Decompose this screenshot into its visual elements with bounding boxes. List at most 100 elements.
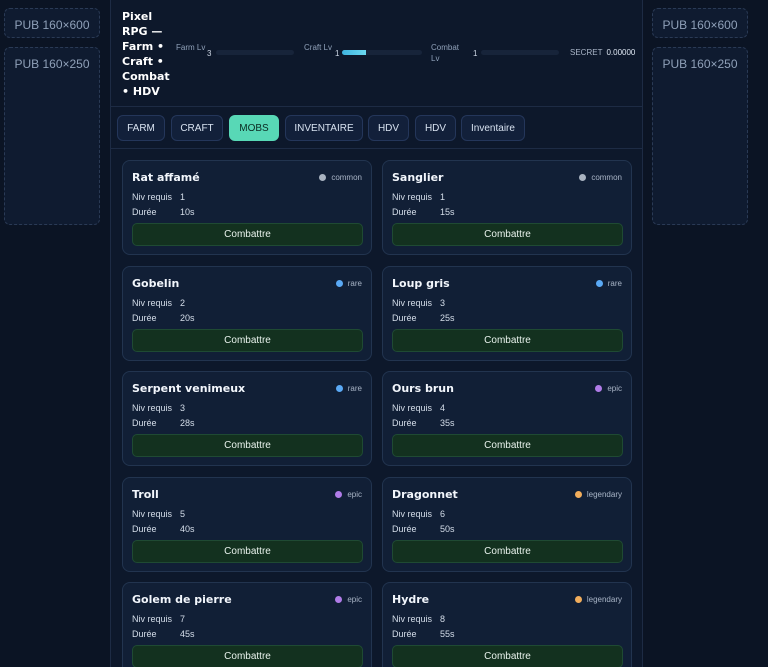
header: Pixel RPG — Farm • Craft • Combat • HDV … — [111, 0, 642, 107]
fight-button[interactable]: Combattre — [392, 328, 623, 352]
combat-progress-bar — [481, 50, 559, 55]
tab-inventaire[interactable]: INVENTAIRE — [285, 115, 363, 141]
level-label: Niv requis — [392, 192, 433, 202]
craft-progress-bar — [342, 50, 422, 55]
duration-row: Durée 10s — [132, 207, 195, 217]
right-ad-column: PUB 160×600 PUB 160×250 — [643, 0, 768, 667]
fight-button[interactable]: Combattre — [392, 645, 623, 667]
duration-value: 50s — [440, 523, 455, 534]
mob-name: Rat affamé — [132, 171, 200, 184]
duration-row: Durée 20s — [132, 313, 195, 323]
level-row: Niv requis 6 — [392, 509, 445, 519]
level-value: 6 — [440, 508, 446, 519]
level-value: 4 — [440, 403, 446, 413]
fight-button[interactable]: Combattre — [392, 223, 623, 246]
farm-progress-bar — [216, 50, 294, 55]
level-label: Niv requis — [392, 403, 433, 413]
fight-button[interactable]: Combattre — [132, 434, 363, 457]
duration-row: Durée 50s — [392, 524, 455, 534]
duration-value: 25s — [440, 312, 455, 323]
level-row: Niv requis 5 — [132, 509, 185, 519]
mob-card: Troll epic Niv requis 5 Durée 40s Combattre — [122, 476, 372, 572]
duration-row: Durée 25s — [392, 313, 455, 323]
duration-label: Durée — [392, 629, 417, 639]
rarity-badge: legendary — [574, 595, 622, 604]
level-value: 3 — [440, 297, 446, 308]
tab-hdv[interactable]: HDV — [415, 115, 456, 141]
rarity-label: epic — [347, 489, 362, 499]
fight-button[interactable]: Combattre — [132, 223, 363, 246]
ad-slot: PUB 160×250 — [4, 47, 100, 225]
level-row: Niv requis 3 — [392, 298, 445, 308]
mob-name: Gobelin — [132, 276, 180, 290]
rarity-label: legendary — [586, 489, 622, 499]
level-label: Niv requis — [392, 297, 433, 308]
level-label: Niv requis — [132, 508, 173, 519]
rarity-dot-icon — [335, 596, 343, 603]
fight-button[interactable]: Combattre — [132, 328, 363, 352]
duration-label: Durée — [392, 312, 417, 323]
duration-label: Durée — [132, 629, 157, 639]
fight-button[interactable]: Combattre — [392, 434, 623, 457]
stat-value: 1 — [335, 49, 340, 58]
duration-label: Durée — [132, 312, 157, 323]
app-title: Pixel RPG — Farm • Craft • Combat • HDV — [122, 10, 170, 98]
duration-row: Durée 15s — [392, 207, 455, 217]
duration-label: Durée — [132, 523, 157, 534]
level-label: Niv requis — [392, 614, 433, 624]
secret-readout: SECRET 0.00000 — [570, 48, 635, 57]
tab-craft[interactable]: CRAFT — [171, 115, 223, 141]
tab-bar: FARM CRAFT MOBS INVENTAIRE HDV HDV Inventaire — [111, 108, 642, 149]
duration-value: 10s — [180, 207, 195, 217]
rarity-label: epic — [607, 384, 622, 393]
level-value: 8 — [440, 614, 446, 624]
duration-row: Durée 28s — [132, 418, 195, 428]
level-label: Niv requis — [132, 297, 173, 308]
rarity-dot-icon — [574, 596, 582, 603]
rarity-badge: epic — [335, 595, 362, 604]
mob-card: Serpent venimeux rare Niv requis 3 Durée 28s C… — [122, 371, 372, 466]
fight-button[interactable]: Combattre — [392, 539, 623, 563]
duration-value: 40s — [180, 523, 195, 534]
rarity-label: epic — [347, 595, 362, 604]
mob-card: Sanglier common Niv requis 1 Durée 15s Combatt… — [382, 160, 632, 255]
fight-button[interactable]: Combattre — [132, 539, 363, 563]
duration-value: 20s — [180, 312, 195, 323]
mob-name: Troll — [132, 487, 159, 501]
main-panel: Pixel RPG — Farm • Craft • Combat • HDV … — [110, 0, 643, 667]
level-value: 5 — [180, 508, 186, 519]
fight-button[interactable]: Combattre — [132, 645, 363, 667]
rarity-badge: rare — [595, 279, 622, 288]
level-label: Niv requis — [132, 192, 173, 202]
tab-farm[interactable]: FARM — [117, 115, 165, 141]
rarity-dot-icon — [595, 385, 603, 392]
mob-name: Sanglier — [392, 171, 444, 184]
level-row: Niv requis 1 — [132, 192, 185, 202]
rarity-label: rare — [347, 384, 362, 393]
rarity-badge: legendary — [574, 489, 622, 499]
level-row: Niv requis 8 — [392, 614, 445, 624]
level-label: Niv requis — [132, 614, 173, 624]
tab-hdv[interactable]: HDV — [368, 115, 409, 141]
rarity-label: common — [591, 173, 622, 182]
duration-label: Durée — [132, 207, 157, 217]
rarity-label: common — [331, 173, 362, 182]
rarity-dot-icon — [335, 385, 343, 392]
level-row: Niv requis 1 — [392, 192, 445, 202]
level-row: Niv requis 2 — [132, 298, 185, 308]
stat-value: 3 — [207, 49, 212, 58]
tab-mobs[interactable]: MOBS — [229, 115, 279, 141]
rarity-badge: epic — [335, 490, 362, 499]
level-value: 1 — [440, 192, 446, 202]
level-label: Niv requis — [392, 508, 433, 519]
rarity-badge: rare — [335, 384, 362, 393]
rarity-dot-icon — [579, 174, 587, 181]
level-value: 7 — [180, 614, 186, 624]
mob-name: Serpent venimeux — [132, 382, 246, 395]
rarity-badge: common — [319, 173, 362, 182]
tab-inventaire[interactable]: Inventaire — [461, 115, 525, 141]
stat-value: 1 — [473, 49, 478, 58]
rarity-label: legendary — [586, 595, 622, 604]
level-value: 3 — [180, 403, 186, 413]
rarity-badge: common — [579, 173, 622, 182]
